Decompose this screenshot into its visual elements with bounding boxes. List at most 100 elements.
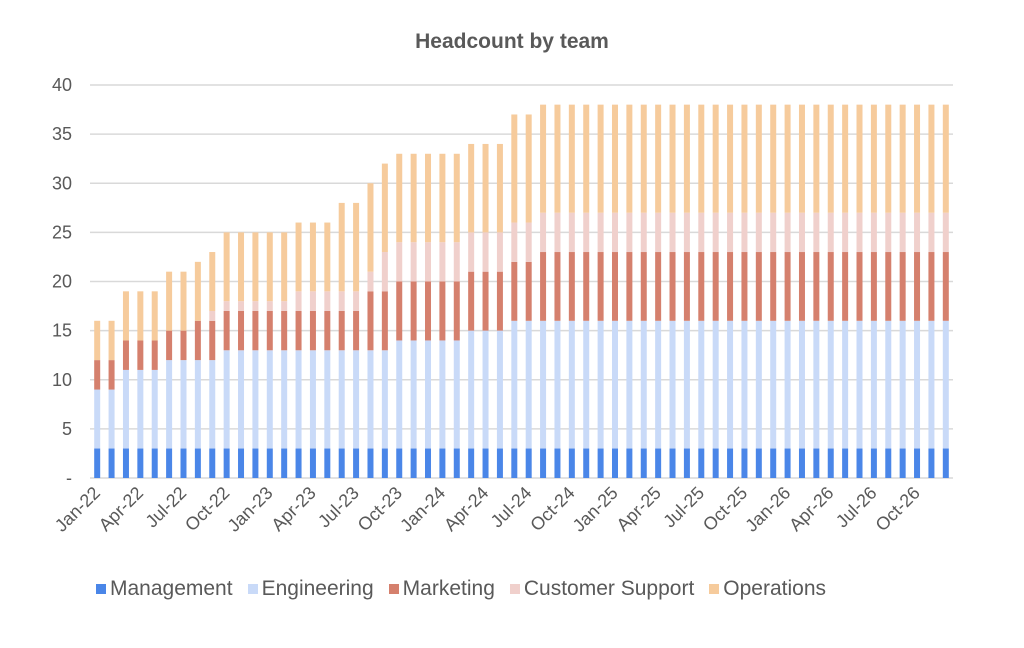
bar-segment-management [468, 448, 475, 478]
bar-segment-marketing [928, 252, 935, 321]
bar-stack [223, 232, 230, 478]
bar-stack [482, 143, 489, 478]
bar-segment-management [396, 448, 403, 478]
bar-segment-engineering [410, 340, 417, 449]
bar-segment-marketing [122, 340, 129, 370]
bar-segment-marketing [798, 252, 805, 321]
bar-stack [784, 104, 791, 478]
legend-swatch [247, 584, 258, 594]
bar-segment-management [597, 448, 604, 478]
bar-segment-marketing [712, 252, 719, 321]
bar-segment-customer-support [669, 212, 676, 253]
bar-stack [194, 261, 201, 478]
x-tick-label: Jan-22 [51, 483, 104, 536]
x-tick-label: Apr-26 [785, 483, 837, 535]
x-tick-label: Apr-25 [613, 483, 665, 535]
bars [94, 104, 949, 478]
bar-stack [468, 143, 475, 478]
bar-segment-engineering [827, 320, 834, 449]
bar-segment-marketing [525, 261, 532, 321]
x-tick-label: Jan-26 [741, 483, 794, 536]
bar-segment-marketing [554, 252, 561, 321]
bar-segment-engineering [583, 320, 590, 449]
legend-swatch [709, 584, 720, 594]
bar-segment-customer-support [942, 212, 949, 253]
bar-stack [683, 104, 690, 478]
bar-segment-customer-support [770, 212, 777, 253]
bar-segment-engineering [281, 350, 288, 449]
bar-segment-customer-support [525, 222, 532, 262]
x-tick-label: Oct-23 [354, 483, 406, 535]
bar-segment-engineering [295, 350, 302, 449]
bar-segment-operations [928, 104, 935, 213]
bar-segment-management [122, 448, 129, 478]
bar-stack [842, 104, 849, 478]
bar-segment-operations [367, 183, 374, 272]
bar-segment-operations [698, 104, 705, 213]
bar-segment-operations [309, 222, 316, 292]
bar-segment-customer-support [367, 271, 374, 292]
bar-segment-operations [727, 104, 734, 213]
bar-segment-operations [482, 143, 489, 233]
bar-segment-operations [496, 143, 503, 233]
bar-stack [410, 153, 417, 478]
bar-segment-engineering [511, 320, 518, 449]
bar-segment-engineering [942, 320, 949, 449]
bar-segment-management [266, 448, 273, 478]
bar-segment-customer-support [813, 212, 820, 253]
bar-stack [770, 104, 777, 478]
bar-segment-management [309, 448, 316, 478]
bar-segment-management [842, 448, 849, 478]
bar-segment-operations [827, 104, 834, 213]
bar-segment-engineering [914, 320, 921, 449]
bar-segment-marketing [223, 310, 230, 351]
bar-segment-management [137, 448, 144, 478]
bar-stack [309, 222, 316, 478]
bar-segment-marketing [180, 330, 187, 361]
bar-stack [94, 320, 101, 478]
legend-swatch [96, 584, 106, 594]
bar-segment-management [655, 448, 662, 478]
bar-stack [425, 153, 432, 478]
bar-segment-management [798, 448, 805, 478]
legend-label: Management [110, 577, 233, 600]
bar-segment-management [712, 448, 719, 478]
bar-stack [511, 114, 518, 478]
bar-segment-management [482, 448, 489, 478]
bar-segment-operations [899, 104, 906, 213]
y-tick-label: 40 [52, 75, 72, 95]
bar-segment-customer-support [727, 212, 734, 253]
bar-stack [151, 291, 158, 478]
bar-segment-management [683, 448, 690, 478]
bar-segment-management [885, 448, 892, 478]
bar-stack [266, 232, 273, 478]
x-tick-label: Apr-22 [95, 483, 147, 535]
bar-segment-marketing [813, 252, 820, 321]
bar-segment-engineering [770, 320, 777, 449]
y-tick-label: 35 [52, 124, 72, 144]
bar-segment-marketing [367, 291, 374, 351]
bar-segment-operations [568, 104, 575, 213]
bar-segment-customer-support [611, 212, 618, 253]
bar-segment-customer-support [439, 242, 446, 282]
bar-segment-management [180, 448, 187, 478]
legend-swatch [509, 584, 520, 594]
bar-segment-engineering [108, 389, 115, 449]
bar-segment-marketing [166, 330, 173, 361]
bar-segment-customer-support [842, 212, 849, 253]
legend-label: Marketing [402, 577, 495, 600]
bar-segment-operations [741, 104, 748, 213]
bar-segment-customer-support [827, 212, 834, 253]
bar-segment-operations [611, 104, 618, 213]
bar-segment-marketing [899, 252, 906, 321]
bar-segment-operations [223, 232, 230, 302]
x-tick-label: Jul-22 [142, 483, 191, 532]
bar-segment-engineering [611, 320, 618, 449]
bar-segment-operations [338, 202, 345, 292]
bar-segment-engineering [741, 320, 748, 449]
bar-segment-marketing [698, 252, 705, 321]
bar-segment-customer-support [396, 242, 403, 282]
bar-segment-engineering [727, 320, 734, 449]
bar-segment-marketing [856, 252, 863, 321]
bar-segment-operations [626, 104, 633, 213]
